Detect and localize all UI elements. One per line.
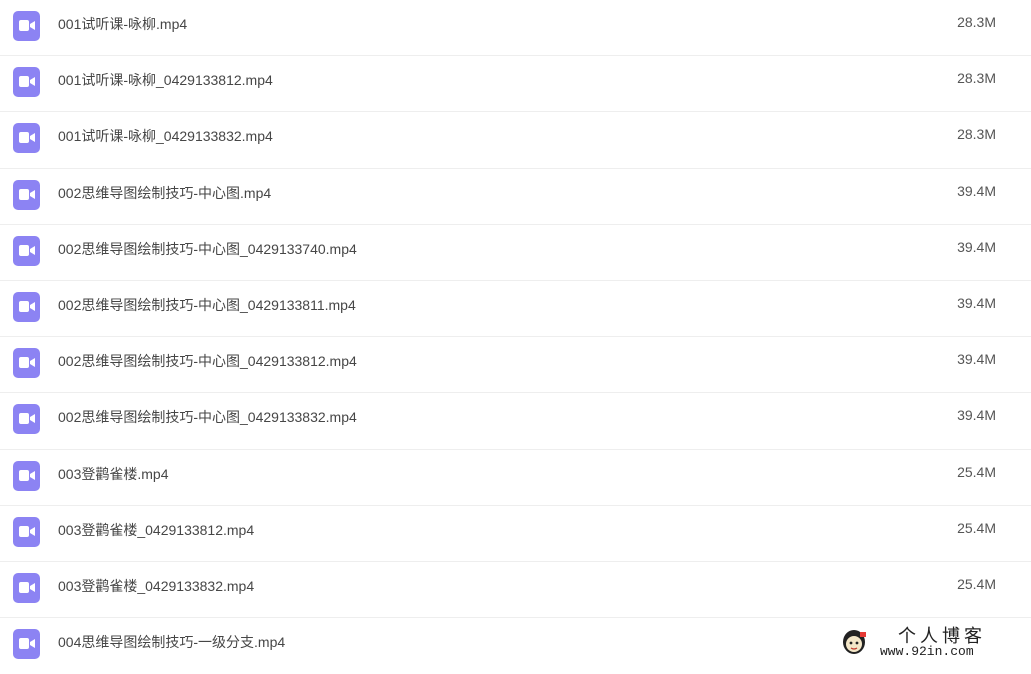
file-row[interactable]: 001试听课-咏柳.mp4 28.3M: [0, 0, 1031, 57]
file-name: 001试听课-咏柳_0429133832.mp4: [58, 128, 273, 145]
video-file-icon: [13, 291, 40, 322]
file-size: 28.3M: [957, 70, 996, 87]
file-name: 001试听课-咏柳.mp4: [58, 16, 188, 32]
file-size: 25.4M: [957, 575, 996, 592]
file-name: 003登鹳雀楼_0429133812.mp4: [58, 521, 255, 538]
file-row[interactable]: 001试听课-咏柳_0429133832.mp4 28.3M: [0, 112, 1031, 169]
file-name: 003登鹳雀楼_0429133832.mp4: [58, 577, 255, 594]
file-row[interactable]: 002思维导图绘制技巧-中心图_0429133812.mp4 39.4M: [0, 337, 1031, 394]
file-size: 39.4M: [957, 182, 996, 199]
video-file-icon: [13, 123, 40, 154]
file-name: 002思维导图绘制技巧-中心图_0429133832.mp4: [58, 409, 357, 426]
mascot-icon: [838, 628, 870, 656]
watermark: 个人博客 www.92in.com: [838, 622, 1028, 662]
video-file-icon: [13, 629, 40, 660]
file-name: 002思维导图绘制技巧-中心图_0429133812.mp4: [58, 353, 357, 370]
file-row[interactable]: 003登鹳雀楼.mp4 25.4M: [0, 450, 1031, 506]
file-row[interactable]: 002思维导图绘制技巧-中心图_0429133811.mp4 39.4M: [0, 281, 1031, 338]
file-name: 002思维导图绘制技巧-中心图_0429133811.mp4: [58, 296, 356, 313]
watermark-url: www.92in.com: [880, 644, 974, 659]
file-size: 28.3M: [957, 126, 996, 143]
file-name: 002思维导图绘制技巧-中心图.mp4: [58, 184, 272, 201]
video-file-icon: [13, 404, 40, 435]
file-row[interactable]: 003登鹳雀楼_0429133812.mp4 25.4M: [0, 506, 1031, 562]
video-file-icon: [13, 11, 40, 41]
file-list: 001试听课-咏柳.mp4 28.3M 001试听课-咏柳_0429133812…: [0, 0, 1031, 674]
video-file-icon: [13, 179, 40, 210]
file-name: 002思维导图绘制技巧-中心图_0429133740.mp4: [58, 240, 357, 257]
file-size: 25.4M: [957, 463, 996, 480]
video-file-icon: [13, 516, 40, 547]
file-row[interactable]: 003登鹳雀楼_0429133832.mp4 25.4M: [0, 562, 1031, 619]
file-size: 39.4M: [957, 238, 996, 255]
file-name: 004思维导图绘制技巧-一级分支.mp4: [58, 634, 286, 651]
video-file-icon: [13, 460, 40, 491]
file-size: 25.4M: [957, 519, 996, 536]
file-size: 28.3M: [957, 14, 996, 30]
file-row[interactable]: 002思维导图绘制技巧-中心图_0429133832.mp4 39.4M: [0, 393, 1031, 450]
video-file-icon: [13, 348, 40, 379]
video-file-icon: [13, 572, 40, 603]
file-size: 39.4M: [957, 294, 996, 311]
file-row[interactable]: 002思维导图绘制技巧-中心图_0429133740.mp4 39.4M: [0, 225, 1031, 281]
file-name: 003登鹳雀楼.mp4: [58, 465, 169, 482]
file-size: 39.4M: [957, 407, 996, 424]
file-name: 001试听课-咏柳_0429133812.mp4: [58, 72, 273, 89]
file-row[interactable]: 002思维导图绘制技巧-中心图.mp4 39.4M: [0, 169, 1031, 225]
file-row[interactable]: 001试听课-咏柳_0429133812.mp4 28.3M: [0, 56, 1031, 113]
file-size: 39.4M: [957, 351, 996, 368]
video-file-icon: [13, 235, 40, 266]
video-file-icon: [13, 67, 40, 98]
